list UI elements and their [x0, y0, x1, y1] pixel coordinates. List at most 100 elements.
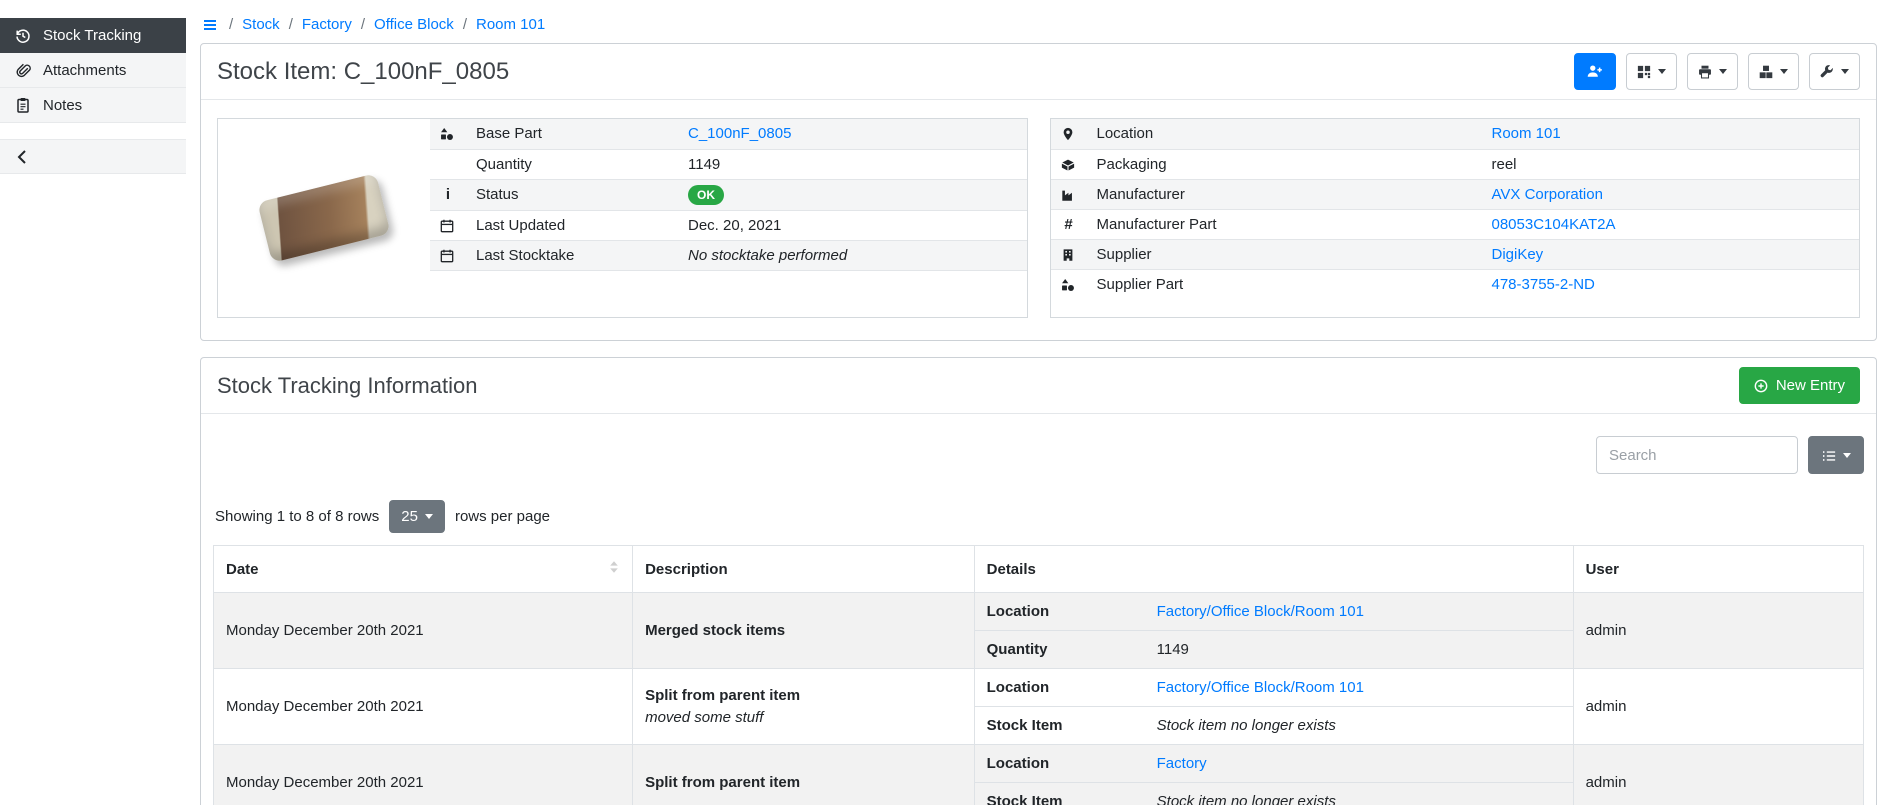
detail-row-supplier: Supplier DigiKey [1051, 239, 1860, 269]
tracking-details: Location Factory/Office Block/Room 101 Q… [974, 593, 1573, 669]
stock-item-details: Base Part C_100nF_0805 Quantity 1149 i S… [201, 100, 1876, 340]
location-link[interactable]: Factory [1157, 755, 1207, 772]
quantity-value: 1149 [678, 149, 1027, 179]
page-size-select[interactable]: 25 [389, 500, 445, 533]
edit-actions-button[interactable] [1809, 53, 1860, 90]
breadcrumb-factory[interactable]: Factory [302, 16, 352, 33]
tracking-description: Split from parent item [645, 687, 962, 704]
stock-item-toolbar [1574, 53, 1860, 90]
history-icon [14, 28, 32, 44]
user-actions-button[interactable] [1574, 53, 1616, 90]
caret-down-icon [1843, 453, 1851, 458]
page-size-value: 25 [401, 508, 418, 525]
part-thumbnail-image [257, 173, 390, 263]
last-stocktake-value: No stocktake performed [688, 247, 847, 264]
column-label: Date [226, 561, 259, 578]
detail-row-quantity: Quantity 1149 [430, 149, 1027, 179]
sidebar-item-attachments[interactable]: Attachments [0, 53, 186, 88]
detail-row-last-updated: Last Updated Dec. 20, 2021 [430, 210, 1027, 240]
stock-tracking-panel: Stock Tracking Information New Entry [200, 357, 1877, 805]
box-icon [1061, 156, 1075, 173]
page-title: Stock Item: C_100nF_0805 [217, 58, 509, 86]
caret-down-icon [1841, 69, 1849, 74]
stock-item-panel: Stock Item: C_100nF_0805 [200, 43, 1877, 341]
base-part-link[interactable]: C_100nF_0805 [688, 125, 791, 142]
tracking-row: Monday December 20th 2021 Split from par… [214, 745, 1864, 805]
detail-row-manufacturer: Manufacturer AVX Corporation [1051, 179, 1860, 209]
tracking-row: Monday December 20th 2021 Split from par… [214, 669, 1864, 745]
supplier-part-link[interactable]: 478-3755-2-ND [1492, 276, 1595, 293]
list-icon [1822, 448, 1836, 463]
column-label: User [1586, 561, 1619, 578]
detail-row-last-stocktake: Last Stocktake No stocktake performed [430, 240, 1027, 270]
detail-label: Last Updated [466, 210, 678, 240]
breadcrumb-stock[interactable]: Stock [242, 16, 280, 33]
sidebar-item-label: Stock Tracking [43, 27, 141, 44]
location-link[interactable]: Factory/Office Block/Room 101 [1157, 679, 1364, 696]
sub-row-label: Location [987, 755, 1157, 772]
stock-item-details-right: Location Room 101 [1050, 118, 1861, 318]
tracking-user: admin [1573, 669, 1863, 745]
detail-row-status: i Status OK [430, 179, 1027, 210]
tracking-description: Split from parent item [645, 774, 962, 791]
detail-label: Supplier [1087, 239, 1482, 269]
breadcrumb-room-101[interactable]: Room 101 [476, 16, 545, 33]
location-link[interactable]: Factory/Office Block/Room 101 [1157, 603, 1364, 620]
barcode-actions-button[interactable] [1626, 53, 1677, 90]
detail-sub-row: Quantity 1149 [975, 631, 1573, 668]
breadcrumb-separator: / [361, 16, 365, 33]
part-thumbnail[interactable] [218, 119, 430, 317]
last-updated-value: Dec. 20, 2021 [678, 210, 1027, 240]
location-link[interactable]: Room 101 [1492, 125, 1561, 142]
sidebar-item-label: Notes [43, 97, 82, 114]
detail-row-location: Location Room 101 [1051, 119, 1860, 149]
tracking-user: admin [1573, 593, 1863, 669]
sidebar-collapse-button[interactable] [0, 139, 186, 174]
pagination-info: Showing 1 to 8 of 8 rows 25 rows per pag… [213, 500, 1864, 533]
column-header-details[interactable]: Details [974, 546, 1573, 593]
sidebar-item-notes[interactable]: Notes [0, 88, 186, 123]
stock-tracking-table: Date Descri [213, 545, 1864, 805]
qrcode-icon [1637, 63, 1651, 80]
detail-label: Quantity [466, 149, 678, 179]
detail-label: Location [1087, 119, 1482, 149]
breadcrumb-office-block[interactable]: Office Block [374, 16, 454, 33]
sub-row-label: Location [987, 603, 1157, 620]
manufacturer-link[interactable]: AVX Corporation [1492, 186, 1603, 203]
industry-icon [1061, 186, 1075, 203]
rows-per-page-label: rows per page [455, 508, 550, 525]
wrench-icon [1820, 63, 1834, 80]
column-header-user[interactable]: User [1573, 546, 1863, 593]
sidebar-item-label: Attachments [43, 62, 126, 79]
paperclip-icon [14, 62, 32, 78]
menu-icon[interactable] [202, 17, 220, 33]
tracking-date: Monday December 20th 2021 [214, 745, 633, 805]
tracking-date: Monday December 20th 2021 [214, 593, 633, 669]
shapes-icon [440, 125, 454, 142]
columns-button[interactable] [1808, 436, 1864, 474]
breadcrumb-separator: / [463, 16, 467, 33]
breadcrumb-separator: / [229, 16, 233, 33]
sub-row-label: Quantity [987, 641, 1157, 658]
caret-down-icon [425, 514, 433, 519]
supplier-link[interactable]: DigiKey [1492, 246, 1544, 263]
detail-label: Last Stocktake [466, 240, 678, 270]
sidebar-item-stock-tracking[interactable]: Stock Tracking [0, 18, 186, 53]
app-root: Stock Tracking Attachments Notes [0, 0, 1887, 805]
clipboard-icon [14, 97, 32, 113]
print-actions-button[interactable] [1687, 53, 1738, 90]
column-header-description[interactable]: Description [633, 546, 975, 593]
panel-title: Stock Tracking Information [217, 373, 477, 399]
detail-sub-row: Location Factory [975, 745, 1573, 783]
building-icon [1061, 246, 1075, 263]
sub-row-label: Location [987, 679, 1157, 696]
table-header-row: Date Descri [214, 546, 1864, 593]
search-input[interactable] [1596, 436, 1798, 474]
column-header-date[interactable]: Date [214, 546, 633, 593]
stock-actions-button[interactable] [1748, 53, 1799, 90]
sidebar: Stock Tracking Attachments Notes [0, 0, 186, 805]
new-entry-button[interactable]: New Entry [1739, 367, 1860, 404]
manufacturer-part-link[interactable]: 08053C104KAT2A [1492, 216, 1616, 233]
stock-item-panel-header: Stock Item: C_100nF_0805 [201, 44, 1876, 100]
caret-down-icon [1658, 69, 1666, 74]
